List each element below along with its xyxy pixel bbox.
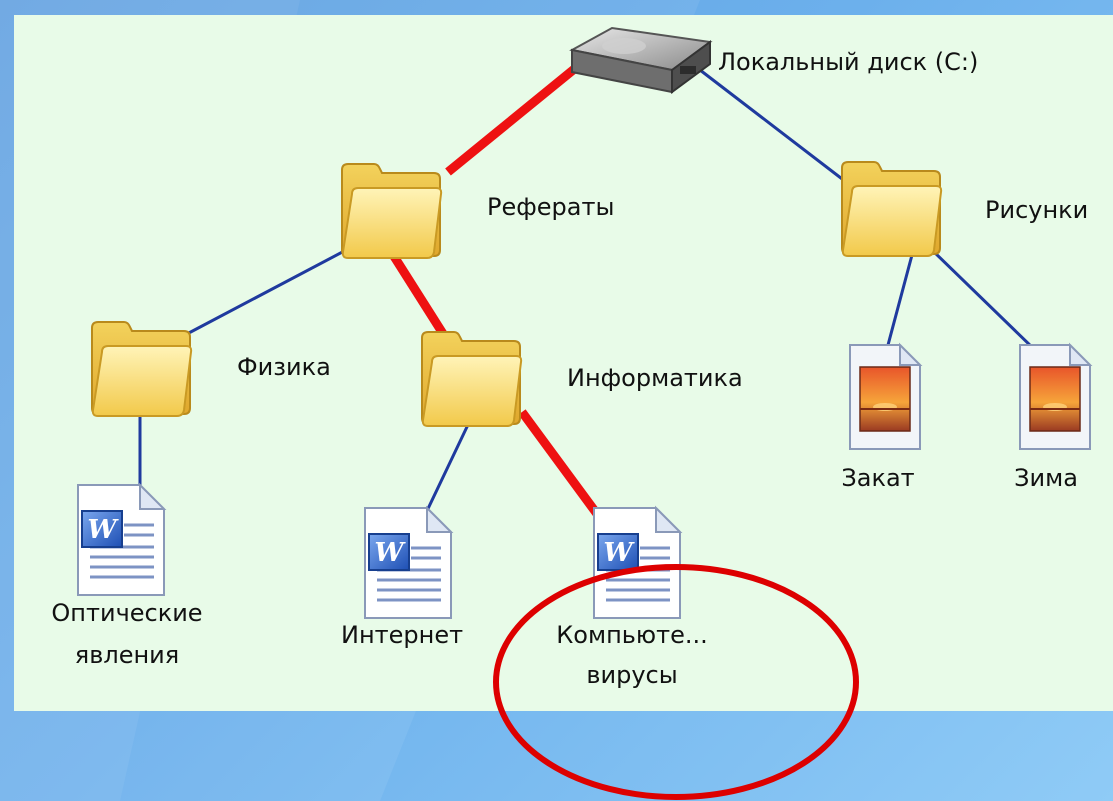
label-internet: Интернет: [341, 621, 464, 649]
label-zakat: Закат: [841, 464, 915, 492]
label-referaty: Рефераты: [487, 193, 615, 221]
label-informatika: Информатика: [567, 364, 743, 392]
hard-drive-icon[interactable]: [569, 26, 713, 94]
highlight-path: [386, 62, 604, 521]
connector-referaty-fizika: [183, 246, 352, 337]
label-virus-line2: вирусы: [586, 661, 678, 689]
word-document-icon-internet[interactable]: [365, 508, 451, 618]
label-zima: Зима: [1014, 464, 1078, 492]
tree-diagram: W: [0, 26, 1091, 800]
label-disk: Локальный диск (C:): [718, 48, 979, 76]
folder-icon-fizika[interactable]: [91, 321, 193, 417]
connector-risunki-zakat: [886, 253, 914, 347]
highlight-disk-referaty: [445, 62, 581, 176]
label-risunki: Рисунки: [985, 196, 1089, 224]
connector-disk-risunki: [698, 68, 852, 187]
word-document-icon-virus[interactable]: [594, 508, 680, 618]
folder-icon-referaty[interactable]: [341, 163, 443, 259]
label-virus-line1: Компьюте...: [556, 621, 708, 649]
label-optics-line2: явления: [74, 641, 180, 669]
highlight-informatika-virus: [518, 409, 604, 521]
highlight-referaty-informatika: [386, 247, 451, 343]
folder-icon-informatika[interactable]: [421, 331, 523, 427]
connector-risunki-zima: [930, 248, 1037, 352]
folder-icon-risunki[interactable]: [841, 161, 943, 257]
word-document-icon-optics[interactable]: [78, 485, 164, 595]
image-file-icon-zima[interactable]: [1019, 344, 1091, 450]
label-fizika: Физика: [237, 353, 331, 381]
label-optics-line1: Оптические: [51, 599, 203, 627]
image-file-icon-zakat[interactable]: [849, 344, 921, 450]
